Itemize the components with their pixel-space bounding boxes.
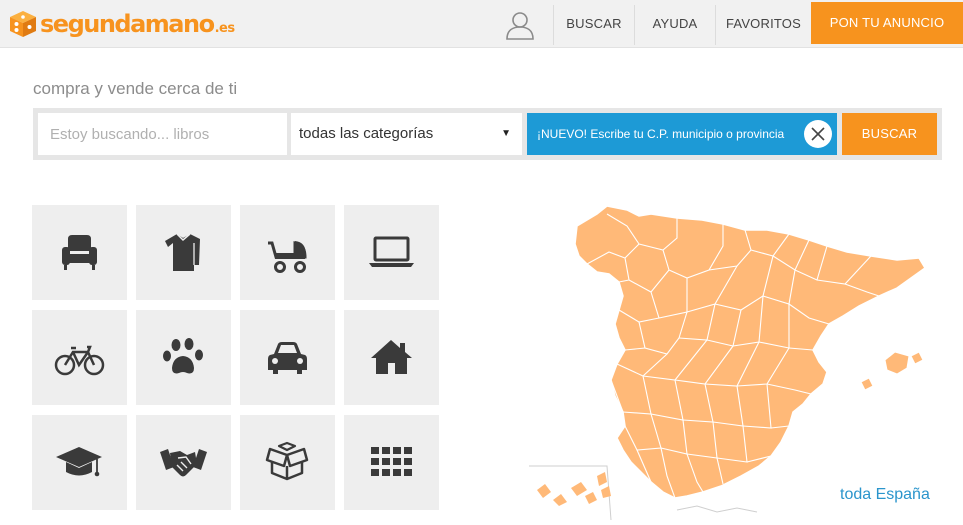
category-tile[interactable] — [32, 205, 127, 300]
category-select[interactable]: todas las categorías ▼ — [291, 113, 522, 155]
top-bar: segundamano .es BUSCAR AYUDA FAVORITOS P… — [0, 0, 963, 48]
close-icon — [811, 127, 825, 141]
logo-tld: .es — [214, 20, 236, 36]
house-icon — [371, 340, 412, 374]
paw-icon — [163, 338, 203, 374]
category-tile[interactable] — [240, 205, 335, 300]
spain-map-graphic — [529, 205, 926, 521]
location-input[interactable]: ¡NUEVO! Escribe tu C.P. municipio o prov… — [527, 113, 837, 155]
all-spain-link[interactable]: toda España — [840, 486, 930, 504]
category-tile[interactable] — [344, 205, 439, 300]
sweater-icon — [165, 233, 200, 271]
search-input[interactable] — [38, 113, 287, 155]
handshake-icon — [160, 449, 207, 477]
clear-location-button[interactable] — [804, 120, 832, 148]
nav-favoritos[interactable]: FAVORITOS — [716, 0, 811, 48]
site-logo[interactable]: segundamano .es — [8, 8, 235, 40]
grid-icon — [371, 447, 412, 476]
category-tile[interactable] — [32, 310, 127, 405]
graduation-cap-icon — [56, 447, 102, 477]
category-tile[interactable] — [344, 310, 439, 405]
category-tile[interactable] — [240, 310, 335, 405]
laptop-icon — [369, 236, 414, 267]
armchair-icon — [62, 235, 97, 270]
open-box-icon — [265, 441, 309, 481]
search-bar: todas las categorías ▼ ¡NUEVO! Escribe t… — [33, 108, 942, 160]
post-ad-button[interactable]: PON TU ANUNCIO — [811, 2, 963, 44]
spain-map[interactable] — [527, 200, 963, 521]
category-tile[interactable] — [344, 415, 439, 510]
search-button[interactable]: BUSCAR — [842, 113, 937, 155]
baby-stroller-icon — [268, 241, 307, 273]
category-tile[interactable] — [240, 415, 335, 510]
tagline: compra y vende cerca de ti — [33, 79, 238, 98]
category-select-value: todas las categorías — [299, 125, 434, 142]
category-tile[interactable] — [136, 310, 231, 405]
dropdown-arrow-icon: ▼ — [501, 128, 511, 139]
category-tile[interactable] — [136, 415, 231, 510]
nav-ayuda[interactable]: AYUDA — [635, 0, 715, 48]
bicycle-icon — [54, 345, 105, 376]
car-icon — [268, 342, 307, 374]
user-account-icon[interactable] — [503, 8, 537, 42]
location-prompt: ¡NUEVO! Escribe tu C.P. municipio o prov… — [537, 127, 785, 141]
category-tile[interactable] — [32, 415, 127, 510]
logo-wordmark: segundamano — [40, 10, 215, 38]
category-tile[interactable] — [136, 205, 231, 300]
logo-cube-icon — [10, 11, 36, 37]
nav-buscar[interactable]: BUSCAR — [554, 0, 634, 48]
